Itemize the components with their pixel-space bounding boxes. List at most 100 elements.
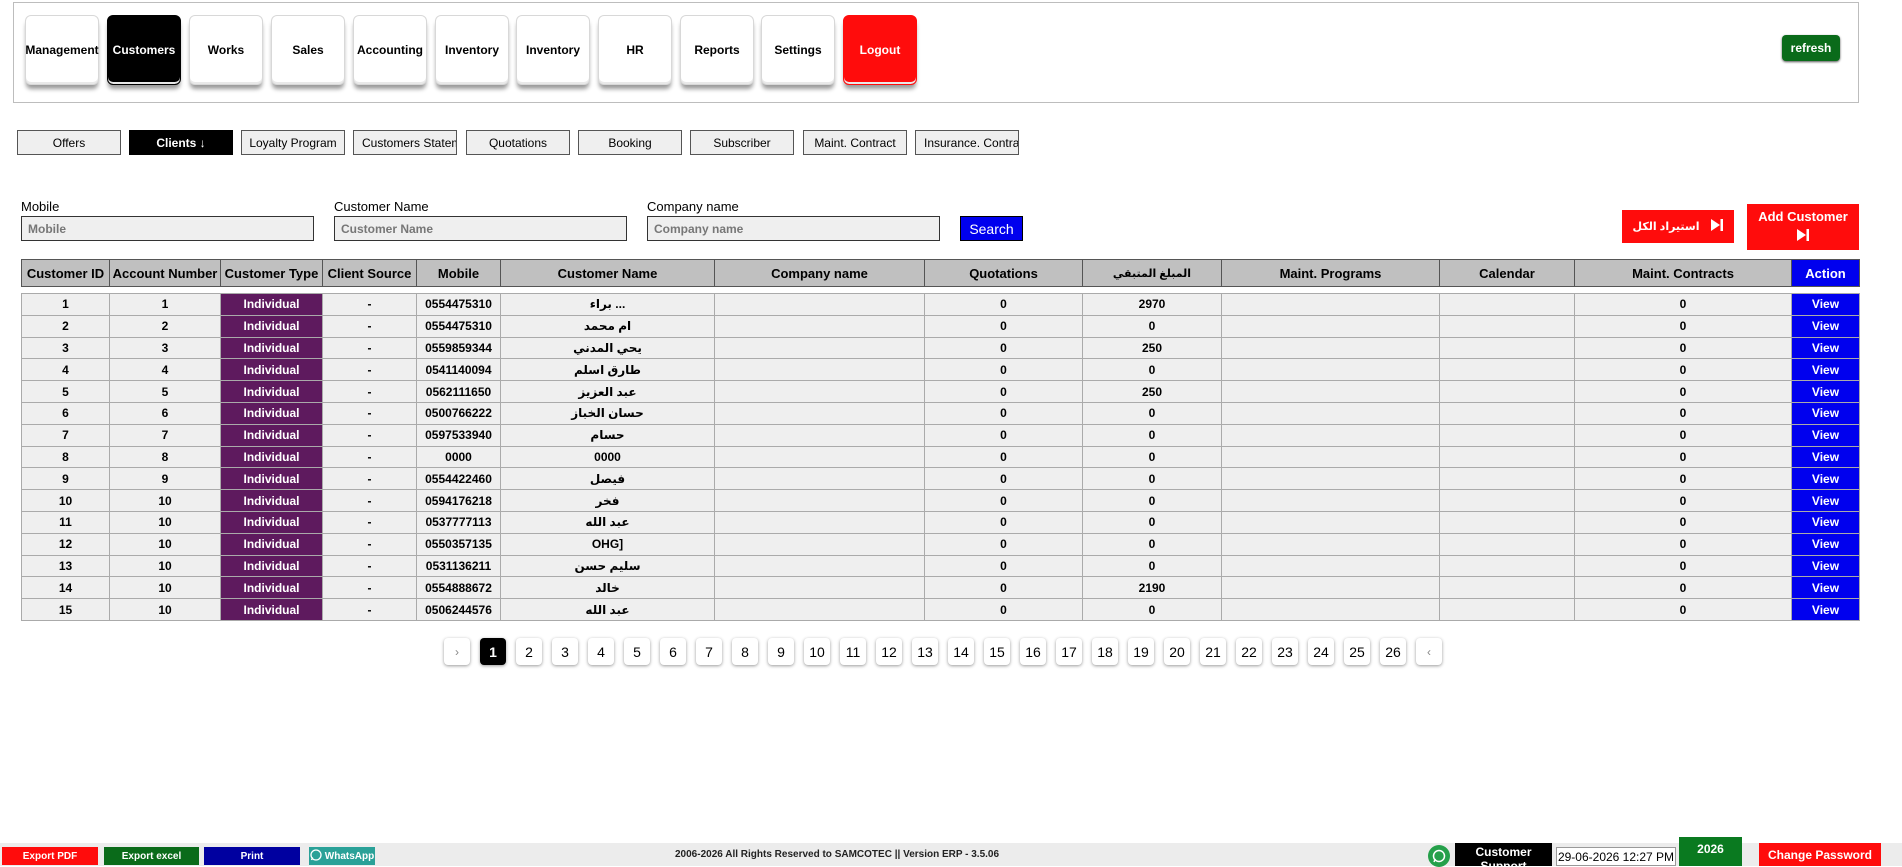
col-company-name[interactable]: Company name bbox=[714, 259, 925, 287]
import-all-button[interactable]: استيراد الكل bbox=[1622, 210, 1734, 243]
nav-works[interactable]: Works bbox=[189, 15, 263, 85]
col-remaining-amount[interactable]: المبلغ المتبقي bbox=[1082, 259, 1222, 287]
page-22-button[interactable]: 22 bbox=[1236, 638, 1262, 665]
view-button[interactable]: View bbox=[1791, 510, 1860, 534]
subtab-subscriber[interactable]: Subscriber bbox=[690, 130, 794, 155]
col-quotations[interactable]: Quotations bbox=[924, 259, 1083, 287]
table-row[interactable]: 15 10 Individual -0506244576 عبد الله 0 0 0 View bbox=[21, 598, 1860, 621]
subtab-loyalty-program[interactable]: Loyalty Program bbox=[241, 130, 345, 155]
add-customer-button[interactable]: Add Customer bbox=[1747, 204, 1859, 250]
page-10-button[interactable]: 10 bbox=[804, 638, 830, 665]
page-2-button[interactable]: 2 bbox=[516, 638, 542, 665]
page-1-button[interactable]: 1 bbox=[480, 638, 506, 665]
subtab-booking[interactable]: Booking bbox=[578, 130, 682, 155]
page-16-button[interactable]: 16 bbox=[1020, 638, 1046, 665]
page-14-button[interactable]: 14 bbox=[948, 638, 974, 665]
page-7-button[interactable]: 7 bbox=[696, 638, 722, 665]
page-21-button[interactable]: 21 bbox=[1200, 638, 1226, 665]
view-button[interactable]: View bbox=[1791, 358, 1860, 382]
subtab-offers[interactable]: Offers bbox=[17, 130, 121, 155]
view-button[interactable]: View bbox=[1791, 293, 1860, 316]
page-12-button[interactable]: 12 bbox=[876, 638, 902, 665]
print-button[interactable]: Print bbox=[204, 847, 300, 865]
nav-reports[interactable]: Reports bbox=[680, 15, 754, 85]
nav-inventory[interactable]: Inventory bbox=[435, 15, 509, 85]
whatsapp-icon[interactable] bbox=[1428, 845, 1450, 867]
view-button[interactable]: View bbox=[1791, 401, 1860, 425]
nav-hr[interactable]: HR bbox=[598, 15, 672, 85]
table-row[interactable]: 4 4 Individual -0541140094 طارق اسلم 0 0 0 View bbox=[21, 358, 1860, 382]
search-button[interactable]: Search bbox=[960, 216, 1023, 241]
view-button[interactable]: View bbox=[1791, 598, 1860, 621]
prev-page-button[interactable]: › bbox=[444, 638, 470, 665]
subtab-maint-contract[interactable]: Maint. Contract bbox=[803, 130, 907, 155]
change-password-button[interactable]: Change Password bbox=[1759, 843, 1881, 866]
page-9-button[interactable]: 9 bbox=[768, 638, 794, 665]
page-4-button[interactable]: 4 bbox=[588, 638, 614, 665]
export-excel-button[interactable]: Export excel bbox=[104, 847, 199, 865]
col-customer-name[interactable]: Customer Name bbox=[500, 259, 715, 287]
customer-name-input[interactable] bbox=[334, 216, 627, 241]
page-26-button[interactable]: 26 bbox=[1380, 638, 1406, 665]
table-row[interactable]: 11 10 Individual -0537777113 عبد الله 0 0 0 View bbox=[21, 510, 1860, 534]
page-8-button[interactable]: 8 bbox=[732, 638, 758, 665]
page-11-button[interactable]: 11 bbox=[840, 638, 866, 665]
table-row[interactable]: 5 5 Individual -0562111650 عبد العزيز 0 250 0 Vi… bbox=[21, 380, 1860, 403]
page-23-button[interactable]: 23 bbox=[1272, 638, 1298, 665]
col-mobile[interactable]: Mobile bbox=[416, 259, 501, 287]
col-calendar[interactable]: Calendar bbox=[1439, 259, 1575, 287]
view-button[interactable]: View bbox=[1791, 554, 1860, 578]
page-24-button[interactable]: 24 bbox=[1308, 638, 1334, 665]
col-client-source[interactable]: Client Source bbox=[322, 259, 417, 287]
page-15-button[interactable]: 15 bbox=[984, 638, 1010, 665]
col-account-number[interactable]: Account Number bbox=[109, 259, 221, 287]
refresh-button[interactable]: refresh bbox=[1782, 35, 1840, 61]
nav-sales[interactable]: Sales bbox=[271, 15, 345, 85]
nav-accounting[interactable]: Accounting bbox=[353, 15, 427, 85]
nav-inventory-2[interactable]: Inventory bbox=[516, 15, 590, 85]
col-customer-id[interactable]: Customer ID bbox=[21, 259, 110, 287]
subtab-insurance-contract[interactable]: Insurance. Contract bbox=[915, 130, 1019, 155]
nav-management[interactable]: Management bbox=[25, 15, 99, 85]
view-button[interactable]: View bbox=[1791, 445, 1860, 469]
page-19-button[interactable]: 19 bbox=[1128, 638, 1154, 665]
table-row[interactable]: 1 1 Individual -0554475310 براء ... 0 2970 0 Vie… bbox=[21, 293, 1860, 316]
nav-customers[interactable]: Customers bbox=[107, 15, 181, 85]
view-button[interactable]: View bbox=[1791, 467, 1860, 491]
col-maint-contracts[interactable]: Maint. Contracts bbox=[1574, 259, 1792, 287]
table-row[interactable]: 7 7 Individual -0597533940 حسام 0 0 0 View bbox=[21, 423, 1860, 447]
subtab-quotations[interactable]: Quotations bbox=[466, 130, 570, 155]
view-button[interactable]: View bbox=[1791, 336, 1860, 360]
subtab-clients[interactable]: Clients ↓ bbox=[129, 130, 233, 155]
view-button[interactable]: View bbox=[1791, 380, 1860, 403]
view-button[interactable]: View bbox=[1791, 314, 1860, 338]
page-5-button[interactable]: 5 bbox=[624, 638, 650, 665]
subtab-customers-statement[interactable]: Customers Statement bbox=[353, 130, 457, 155]
next-page-button[interactable]: ‹ bbox=[1416, 638, 1442, 665]
table-row[interactable]: 2 2 Individual -0554475310 ام محمد 0 0 0 View bbox=[21, 314, 1860, 338]
table-row[interactable]: 13 10 Individual -0531136211 سليم حسن 0 0 0 View bbox=[21, 554, 1860, 578]
company-name-input[interactable] bbox=[647, 216, 940, 241]
page-25-button[interactable]: 25 bbox=[1344, 638, 1370, 665]
mobile-input[interactable] bbox=[21, 216, 314, 241]
page-13-button[interactable]: 13 bbox=[912, 638, 938, 665]
view-button[interactable]: View bbox=[1791, 489, 1860, 512]
page-6-button[interactable]: 6 bbox=[660, 638, 686, 665]
year-badge[interactable]: 2026 bbox=[1679, 837, 1742, 866]
col-maint-programs[interactable]: Maint. Programs bbox=[1221, 259, 1440, 287]
page-17-button[interactable]: 17 bbox=[1056, 638, 1082, 665]
table-row[interactable]: 3 3 Individual -0559859344 يحي المدني 0 250 0 Vi… bbox=[21, 336, 1860, 360]
export-pdf-button[interactable]: Export PDF bbox=[2, 847, 98, 865]
table-row[interactable]: 12 10 Individual -0550357135 OHG] 0 0 0 View bbox=[21, 532, 1860, 556]
table-row[interactable]: 8 8 Individual -0000 0000 0 0 0 View bbox=[21, 445, 1860, 469]
col-customer-type[interactable]: Customer Type bbox=[220, 259, 323, 287]
page-3-button[interactable]: 3 bbox=[552, 638, 578, 665]
customer-support-button[interactable]: Customer Support bbox=[1455, 843, 1552, 866]
logout-button[interactable]: Logout bbox=[843, 15, 917, 85]
table-row[interactable]: 10 10 Individual -0594176218 فخر 0 0 0 View bbox=[21, 489, 1860, 512]
view-button[interactable]: View bbox=[1791, 576, 1860, 600]
table-row[interactable]: 14 10 Individual -0554888672 خالد 0 2190 0 View bbox=[21, 576, 1860, 600]
table-row[interactable]: 9 9 Individual -0554422460 فيصل 0 0 0 View bbox=[21, 467, 1860, 491]
page-18-button[interactable]: 18 bbox=[1092, 638, 1118, 665]
nav-settings[interactable]: Settings bbox=[761, 15, 835, 85]
